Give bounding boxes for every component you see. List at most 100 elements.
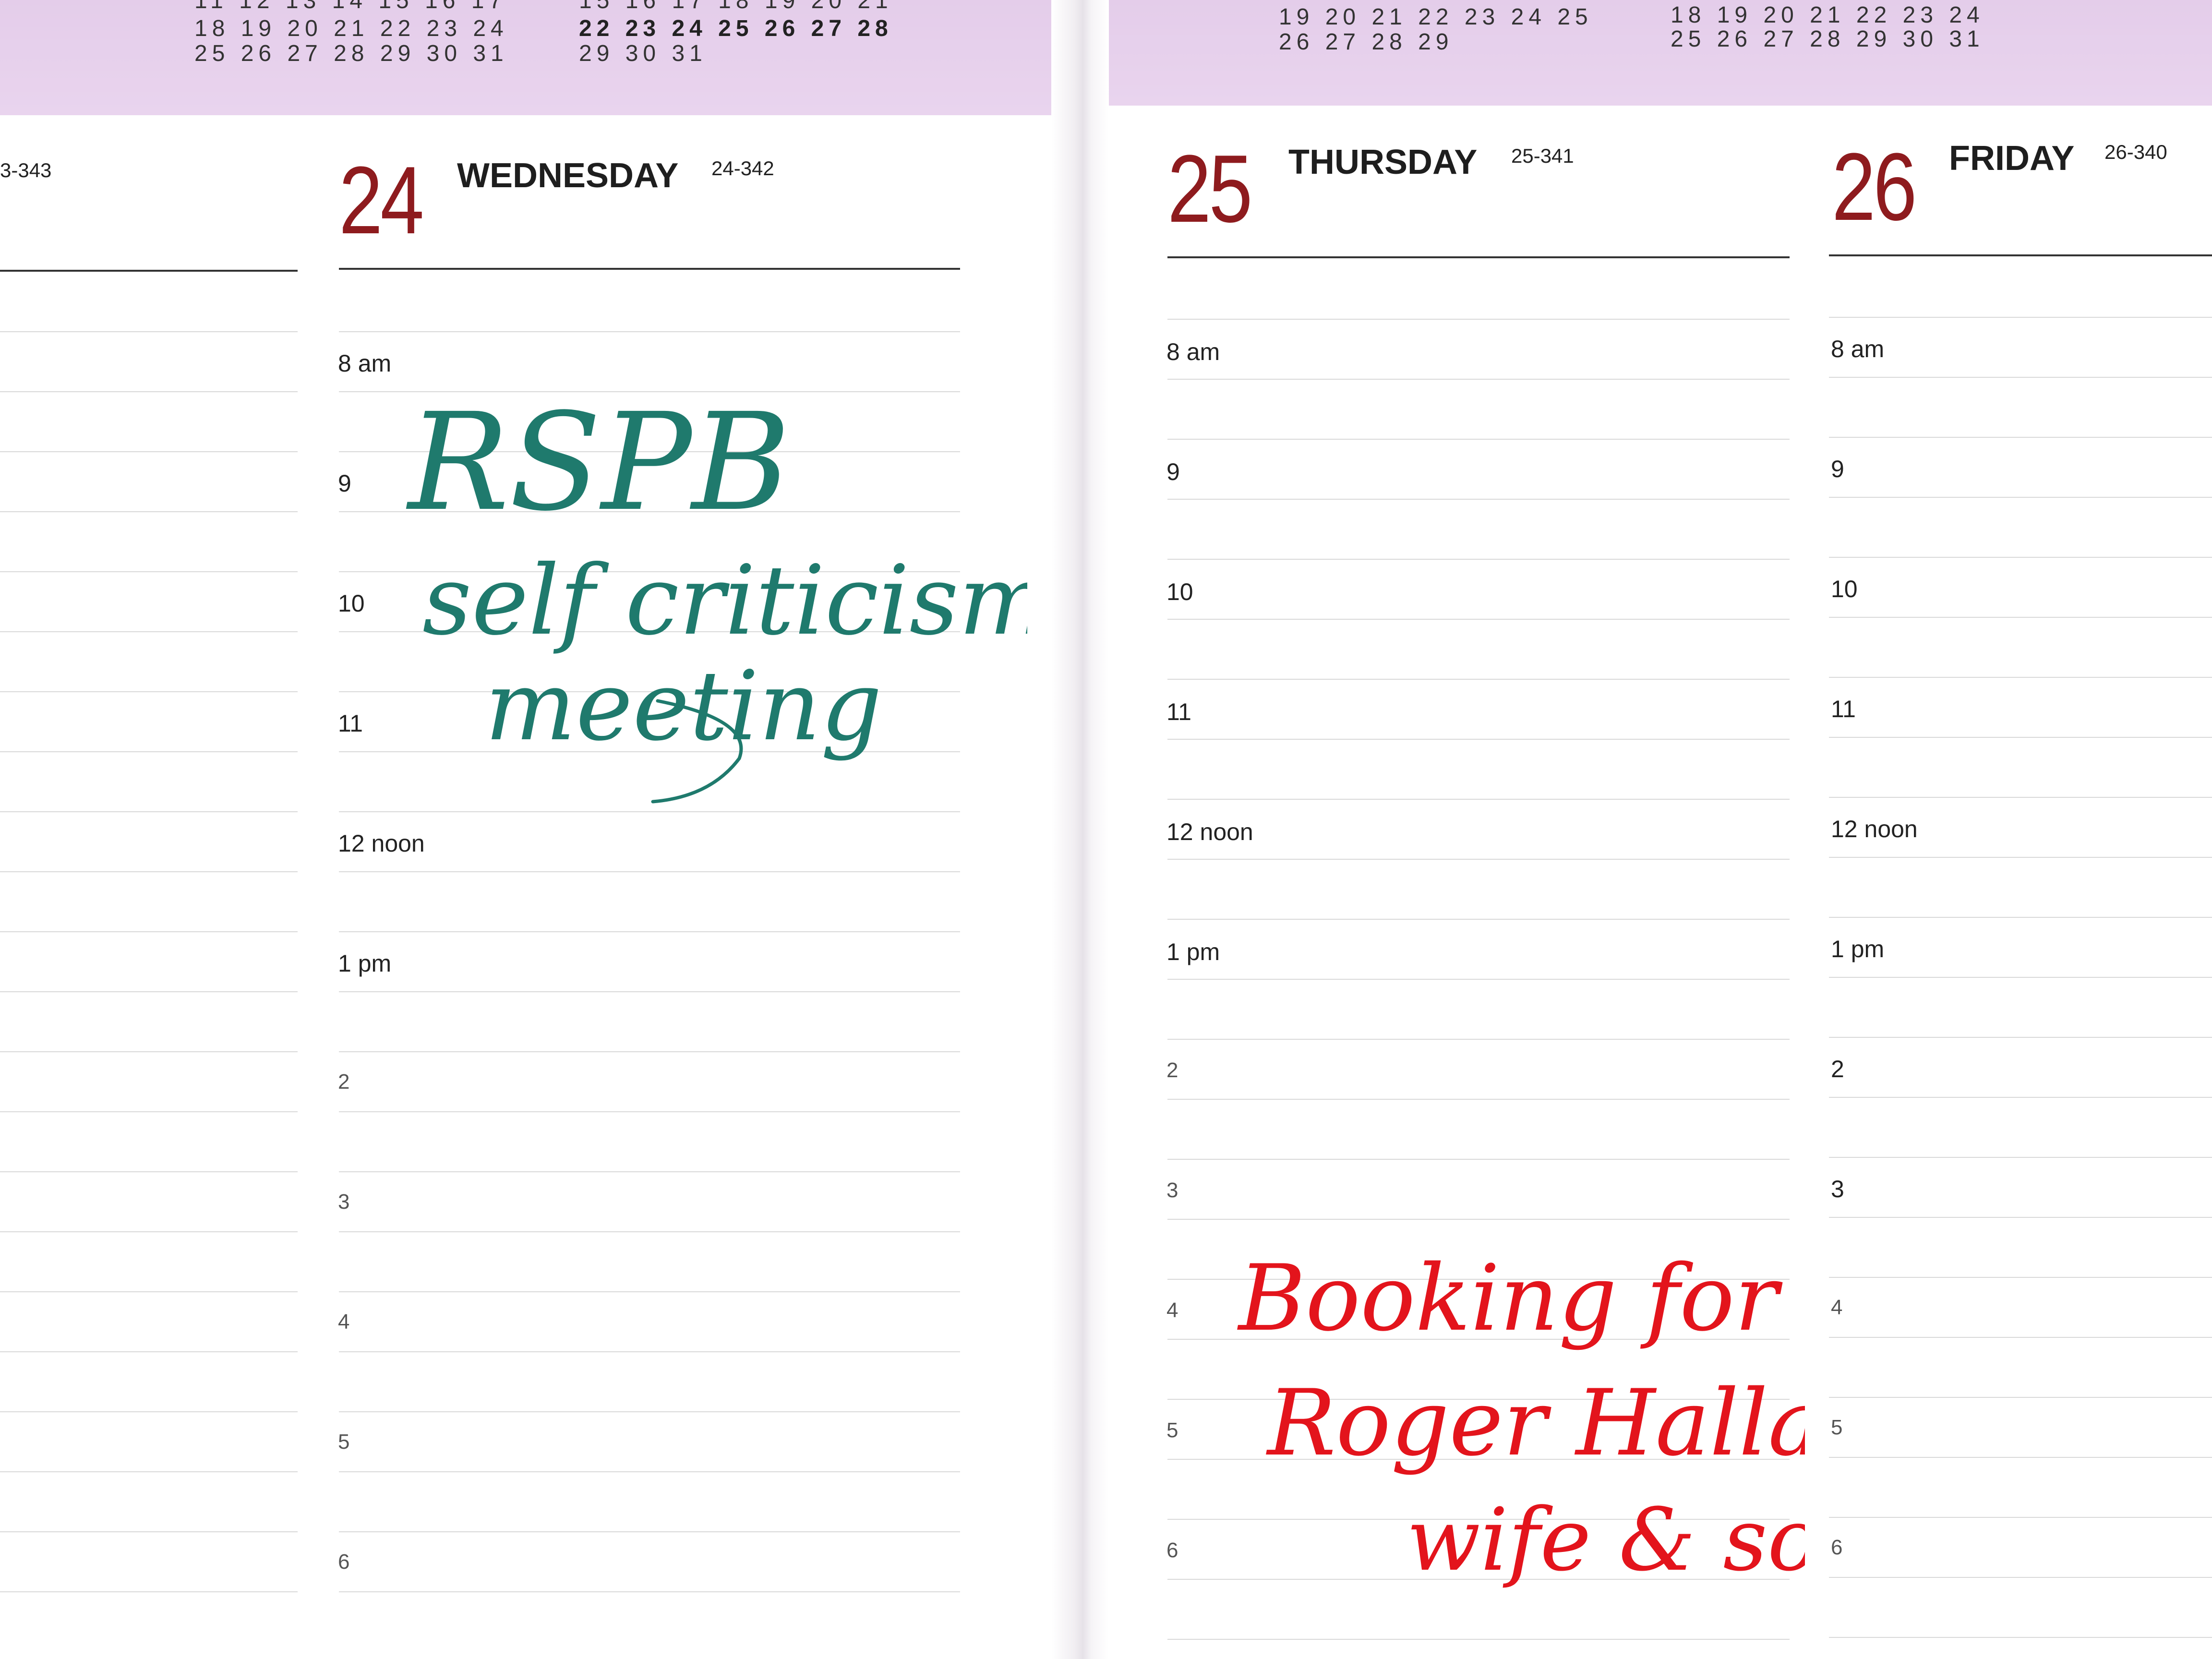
hour-label: 3	[1166, 1178, 1178, 1202]
day-header-rule	[339, 268, 960, 270]
ruled-line	[0, 1231, 298, 1232]
ruled-line	[0, 331, 298, 332]
ruled-line	[1829, 1097, 2212, 1098]
day-header-rule	[1167, 256, 1790, 258]
ruled-line	[1167, 739, 1790, 740]
hour-label: 12 noon	[338, 830, 425, 857]
day-code: 25-341	[1511, 144, 1574, 167]
ruled-line	[1829, 1277, 2212, 1278]
mini-calendar-row: 29 30 31	[579, 41, 707, 66]
handwritten-line: RSPB	[406, 385, 791, 541]
ruled-line	[1167, 379, 1790, 380]
ruled-line	[0, 1591, 298, 1592]
ruled-line	[0, 871, 298, 872]
hour-label: 9	[338, 470, 351, 497]
day-number: 26	[1832, 133, 1917, 240]
day-number: 24	[339, 147, 424, 254]
ruled-line	[1829, 1217, 2212, 1218]
hour-label: 11	[1831, 696, 1856, 722]
hour-label: 12 noon	[1831, 816, 1918, 842]
ruled-line	[1829, 377, 2212, 378]
ruled-line	[0, 631, 298, 632]
hour-label: 8 am	[1831, 336, 1885, 362]
hour-label: 10	[1831, 576, 1858, 602]
prev-day-header-rule	[0, 270, 298, 272]
ruled-line	[0, 391, 298, 392]
ruled-line	[0, 751, 298, 752]
ruled-line	[1829, 917, 2212, 918]
ruled-line	[1167, 439, 1790, 440]
mini-calendar-row: 25 26 27 28 29 30 31	[194, 41, 508, 66]
ruled-line	[339, 871, 960, 872]
hour-label: 2	[1831, 1056, 1844, 1082]
ruled-line	[0, 1411, 298, 1412]
ruled-line	[1829, 1457, 2212, 1458]
ruled-line	[0, 1171, 298, 1172]
hour-label: 4	[1166, 1298, 1178, 1322]
ruled-line	[1829, 557, 2212, 558]
hour-label: 10	[338, 590, 365, 617]
ruled-line	[1829, 1337, 2212, 1338]
ruled-line	[1829, 797, 2212, 798]
hour-label: 10	[1166, 578, 1193, 605]
ruled-line	[0, 691, 298, 692]
ruled-line	[1829, 857, 2212, 858]
hour-label: 3	[1831, 1176, 1844, 1202]
hour-label: 8 am	[338, 350, 392, 377]
ruled-line	[339, 931, 960, 932]
hour-label: 4	[338, 1310, 350, 1334]
ruled-line	[339, 331, 960, 332]
ruled-line	[339, 1051, 960, 1052]
ruled-line	[0, 1291, 298, 1292]
mini-calendar-band-left	[0, 0, 1056, 115]
hour-label: 9	[1831, 456, 1844, 482]
ruled-line	[1829, 977, 2212, 978]
ruled-line	[1167, 499, 1790, 500]
mini-calendar-row: 15 16 17 18 19 20 21	[579, 0, 893, 12]
ruled-line	[1829, 1577, 2212, 1578]
ruled-line	[0, 1471, 298, 1472]
ruled-line	[1167, 1099, 1790, 1100]
hour-label: 9	[1166, 458, 1180, 485]
hour-label: 11	[338, 710, 363, 737]
ruled-line	[1167, 1039, 1790, 1040]
ruled-line	[1829, 317, 2212, 318]
ruled-line	[0, 451, 298, 452]
hour-label: 11	[1166, 698, 1191, 725]
day-code: 26-340	[2104, 141, 2167, 163]
handwritten-line: wife & son	[1407, 1490, 1805, 1590]
ruled-line	[1167, 919, 1790, 920]
ruled-line	[1167, 679, 1790, 680]
hour-label: 5	[1166, 1419, 1178, 1442]
hour-label: 1 pm	[338, 950, 392, 977]
hour-label: 2	[1166, 1058, 1178, 1082]
ruled-line	[1167, 1159, 1790, 1160]
mini-calendar-row: 25 26 27 28 29 30 31	[1671, 26, 1984, 52]
ruled-line	[339, 1591, 960, 1592]
hour-label: 6	[338, 1550, 350, 1574]
ruled-line	[0, 811, 298, 812]
ruled-line	[1167, 979, 1790, 980]
ruled-line	[1167, 619, 1790, 620]
handwritten-line: self criticism	[422, 545, 1027, 657]
hour-label: 6	[1166, 1539, 1178, 1562]
ruled-line	[339, 1531, 960, 1532]
mini-calendar-row: 11 12 13 14 15 16 17	[194, 0, 506, 12]
hour-label: 6	[1831, 1536, 1843, 1559]
ruled-line	[1829, 737, 2212, 738]
handwritten-line: Booking for	[1237, 1245, 1783, 1351]
ruled-line	[339, 1111, 960, 1112]
ruled-line	[1829, 437, 2212, 438]
mini-calendar-row: 18 19 20 21 22 23 24	[1671, 2, 1984, 28]
day-name: THURSDAY	[1288, 143, 1478, 181]
ruled-line	[0, 1531, 298, 1532]
mini-calendar-row: 18 19 20 21 22 23 24	[194, 16, 508, 41]
ruled-line	[339, 1411, 960, 1412]
day-name: WEDNESDAY	[457, 156, 679, 195]
ruled-line	[0, 1111, 298, 1112]
ruled-line	[1167, 859, 1790, 860]
day-header-rule	[1829, 254, 2212, 256]
ruled-line	[0, 1351, 298, 1352]
hour-label: 12 noon	[1166, 818, 1253, 845]
day-name: FRIDAY	[1949, 139, 2075, 178]
